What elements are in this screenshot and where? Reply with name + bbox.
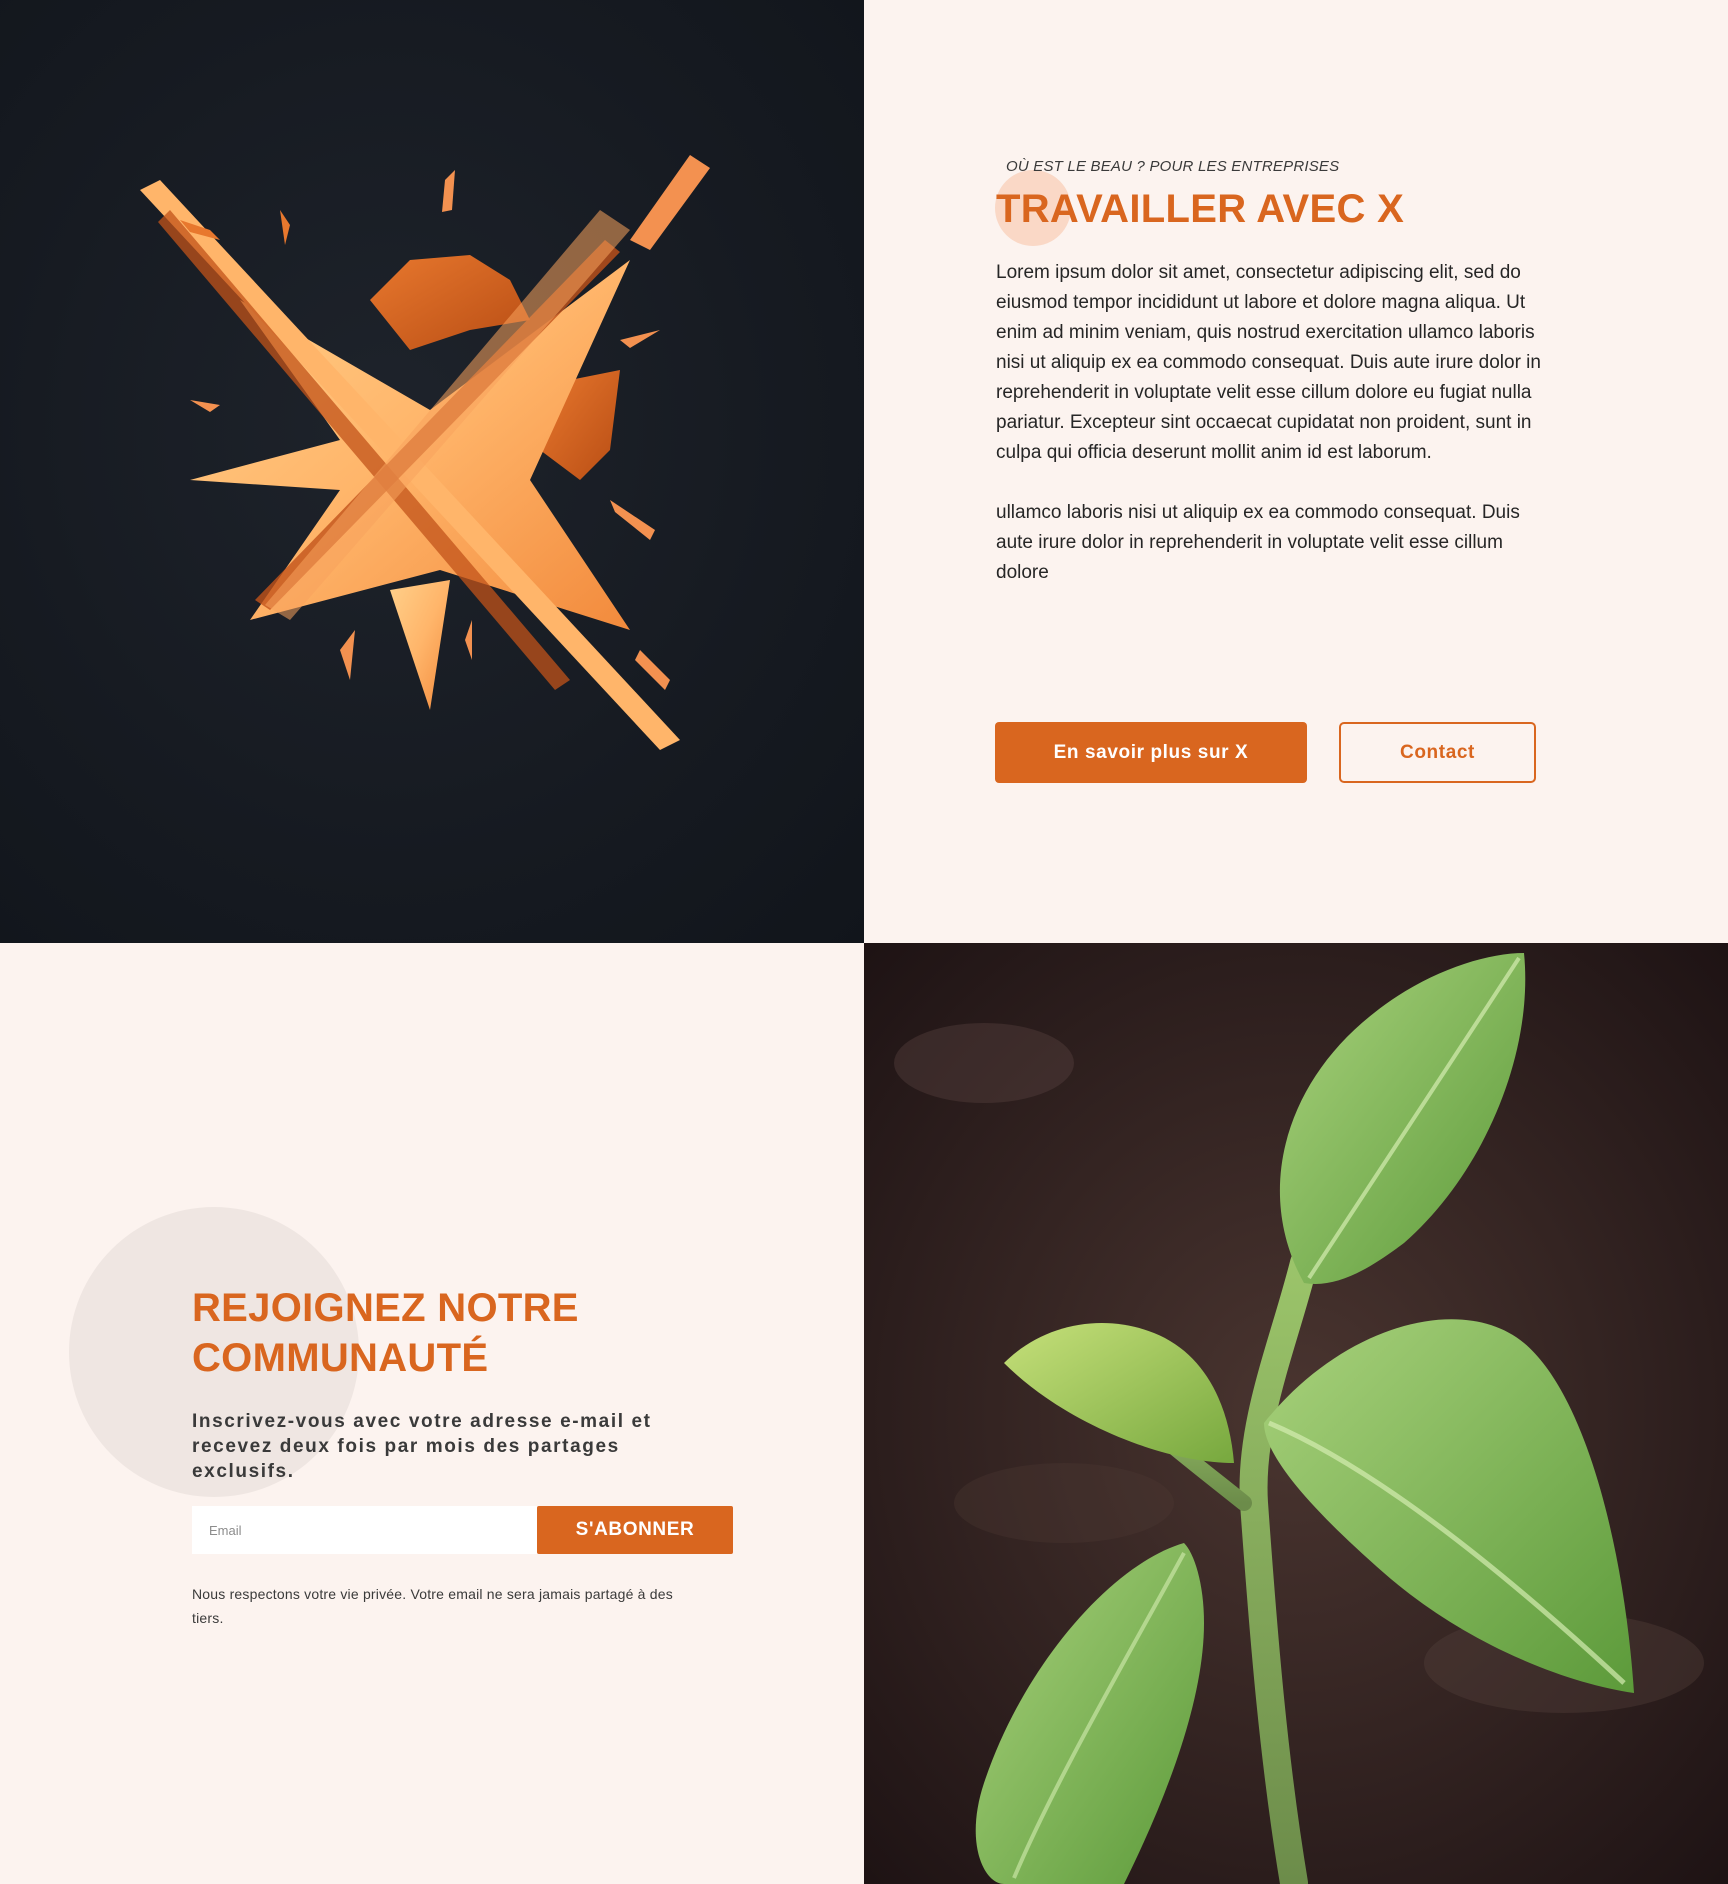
newsletter-section: REJOIGNEZ NOTRE COMMUNAUTÉ Inscrivez-vou… xyxy=(0,943,864,1884)
newsletter-subtitle: Inscrivez-vous avec votre adresse e-mail… xyxy=(192,1411,652,1482)
section-title: TRAVAILLER AVEC X xyxy=(996,187,1405,231)
subscribe-form: S'ABONNER xyxy=(192,1506,752,1554)
contact-button[interactable]: Contact xyxy=(1339,722,1536,783)
section-eyebrow: OÙ EST LE BEAU ? POUR LES ENTREPRISES xyxy=(1006,158,1340,175)
work-with-x-section: OÙ EST LE BEAU ? POUR LES ENTREPRISES TR… xyxy=(864,0,1728,943)
section-paragraph-1: Lorem ipsum dolor sit amet, consectetur … xyxy=(996,262,1541,463)
subscribe-button[interactable]: S'ABONNER xyxy=(537,1506,733,1554)
learn-more-button[interactable]: En savoir plus sur X xyxy=(995,722,1307,783)
section-paragraph-2: ullamco laboris nisi ut aliquip ex ea co… xyxy=(996,502,1520,583)
newsletter-title: REJOIGNEZ NOTRE COMMUNAUTÉ xyxy=(192,1286,579,1380)
seedling-photo xyxy=(864,943,1728,1884)
email-input[interactable] xyxy=(192,1506,537,1554)
seedling-illustration xyxy=(864,943,1728,1884)
privacy-note: Nous respectons votre vie privée. Votre … xyxy=(192,1586,673,1626)
logo-panel xyxy=(0,0,864,943)
x-logo-illustration xyxy=(140,155,710,750)
